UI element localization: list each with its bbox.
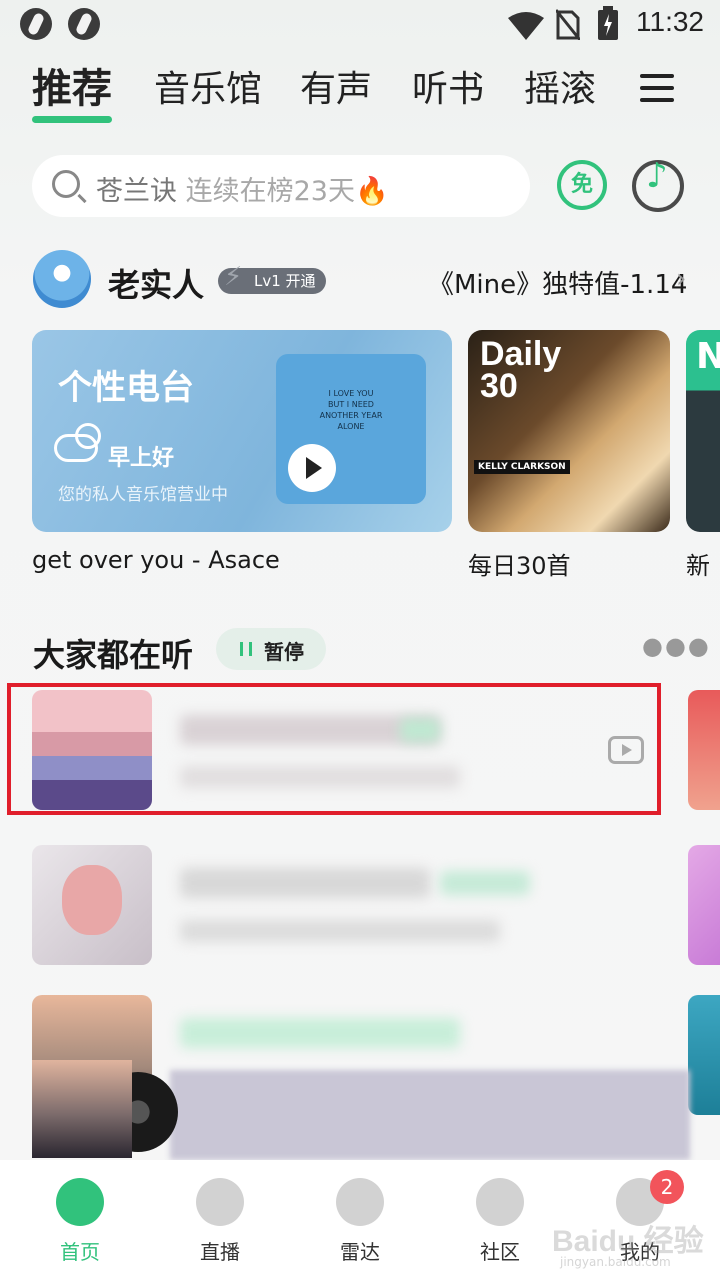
new-card-letter: N [696,336,720,377]
search-hint: 连续在榜23天 [185,176,355,207]
nav-live[interactable]: 直播 [148,1160,292,1280]
side-song-cover[interactable] [688,690,720,810]
new-songs-card[interactable]: N [686,330,720,532]
lightning-icon: ⚡ [224,262,243,292]
status-time: 11:32 [636,6,704,37]
play-icon[interactable] [288,444,336,492]
status-bar: 11:32 [0,0,720,50]
song-title-redacted[interactable] [180,868,430,898]
highlight-annotation [7,683,661,815]
watermark: Baidu 经验 [552,1225,704,1258]
weather-cloud-icon [54,423,101,462]
daily-artist: KELLY CLARKSON [474,460,570,474]
tab-rock[interactable]: 摇滚 [524,60,596,112]
tab-music-hall[interactable]: 音乐馆 [154,60,262,112]
daily-30-card[interactable]: Daily 30 KELLY CLARKSON [468,330,670,532]
active-tab-indicator [32,116,112,123]
daily-caption[interactable]: 每日30首 [468,546,571,581]
pause-label: 暂停 [264,640,304,664]
side-song-cover[interactable] [688,845,720,965]
tab-audiobook[interactable]: 听书 [412,60,484,112]
chevron-right-icon[interactable]: › [676,264,686,294]
search-bar[interactable]: 苍兰诀 连续在榜23天🔥 [32,155,530,217]
radar-icon [336,1178,384,1226]
pause-button[interactable]: 暂停 [216,628,326,670]
menu-icon[interactable] [640,74,674,102]
wifi-icon [508,12,544,40]
nav-radar[interactable]: 雷达 [288,1160,432,1280]
section-title: 大家都在听 [33,636,194,674]
home-music-icon [56,1178,104,1226]
nav-home[interactable]: 首页 [8,1160,152,1280]
uniqueness-label[interactable]: 《Mine》独特值-1.14 [428,264,687,301]
radio-greeting: 早上好 [108,446,175,471]
nav-label: 雷达 [340,1240,380,1264]
mini-player-info-redacted[interactable] [170,1070,690,1160]
eye-icon [196,1178,244,1226]
nav-label: 直播 [200,1240,240,1264]
nav-label: 社区 [480,1240,520,1264]
radio-subtitle: 您的私人音乐馆营业中 [58,485,228,505]
avatar[interactable] [33,250,91,308]
no-sim-icon [556,9,580,40]
pause-icon [240,642,252,656]
user-name[interactable]: 老实人 [108,260,204,306]
song-cover[interactable] [32,845,152,965]
vip-badge[interactable]: ⚡ Lv1 开通 [218,264,326,294]
search-icon [52,170,80,198]
personal-radio-card[interactable]: 个性电台 早上好 您的私人音乐馆营业中 I LOVE YOU BUT I NEE… [32,330,452,532]
community-icon [476,1178,524,1226]
song-tag-redacted [440,871,530,895]
cover-text: I LOVE YOU BUT I NEED ANOTHER YEAR ALONE [319,389,383,431]
radio-cover-art: I LOVE YOU BUT I NEED ANOTHER YEAR ALONE [276,354,426,504]
app-notification-icon [68,8,100,40]
search-placeholder: 苍兰诀 连续在榜23天🔥 [96,169,389,208]
radio-title: 个性电台 [58,368,194,408]
mini-player[interactable] [0,1060,720,1160]
more-options-icon[interactable]: ●●● [642,632,711,660]
nav-community[interactable]: 社区 [428,1160,572,1280]
search-query: 苍兰诀 [96,176,177,207]
tab-audio[interactable]: 有声 [300,60,372,112]
song-title-redacted[interactable] [180,1018,460,1048]
music-recognition-button[interactable]: ♪ [632,156,684,212]
free-mode-button[interactable]: 免 [557,160,607,210]
nav-label: 首页 [60,1240,100,1264]
mini-player-cover[interactable] [32,1060,132,1158]
notification-badge: 2 [650,1170,684,1204]
music-note-icon: ♪ [646,156,668,196]
radio-caption[interactable]: get over you - Asace [32,546,280,574]
vip-badge-label: Lv1 开通 [254,272,316,290]
battery-icon [598,6,618,40]
daily-title: Daily 30 [480,335,562,405]
fire-icon: 🔥 [354,176,389,207]
tab-recommend[interactable]: 推荐 [32,56,112,114]
song-artist-redacted [180,920,500,942]
app-notification-icon [20,8,52,40]
watermark-url: jingyan.baidu.com [560,1255,671,1269]
new-caption[interactable]: 新 [686,546,710,581]
